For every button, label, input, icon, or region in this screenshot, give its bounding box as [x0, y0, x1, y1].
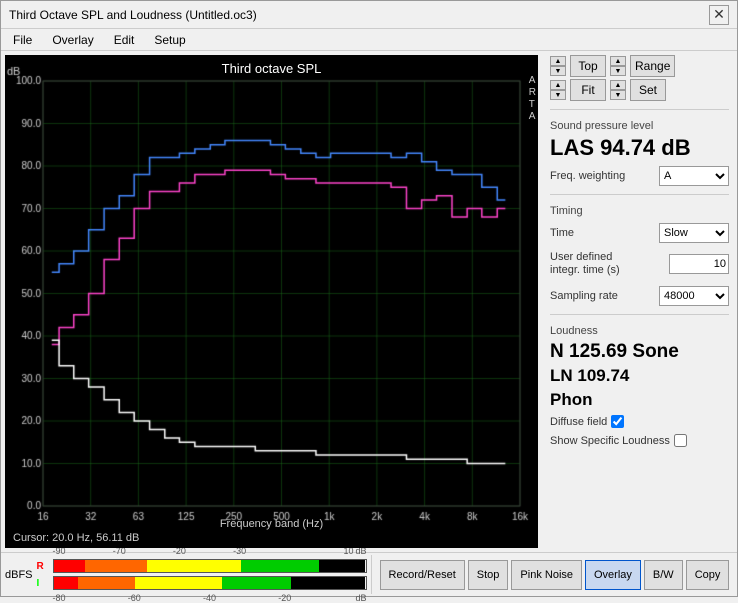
spl-section-label: Sound pressure level: [550, 120, 729, 132]
diffuse-field-checkbox[interactable]: [611, 415, 624, 428]
bottom-buttons: Record/Reset Stop Pink Noise Overlay B/W…: [380, 560, 730, 590]
l-meter-bar: [53, 576, 367, 590]
close-button[interactable]: ✕: [709, 5, 729, 25]
title-bar: Third Octave SPL and Loudness (Untitled.…: [1, 1, 737, 29]
top-down-btn[interactable]: ▼: [550, 66, 566, 76]
show-specific-label: Show Specific Loudness: [550, 435, 670, 447]
top-up-btn[interactable]: ▲: [550, 56, 566, 66]
menu-bar: File Overlay Edit Setup: [1, 29, 737, 51]
sampling-rate-label: Sampling rate: [550, 290, 618, 302]
window-title: Third Octave SPL and Loudness (Untitled.…: [9, 8, 257, 22]
main-window: Third Octave SPL and Loudness (Untitled.…: [0, 0, 738, 597]
set-down-btn[interactable]: ▼: [610, 90, 626, 100]
freq-weighting-label: Freq. weighting: [550, 170, 625, 182]
dbfs-label: dBFS: [5, 569, 33, 581]
fit-down-btn[interactable]: ▼: [550, 90, 566, 100]
l-channel-label: I: [37, 578, 51, 589]
pink-noise-button[interactable]: Pink Noise: [511, 560, 582, 590]
loudness-section-label: Loudness: [550, 325, 729, 337]
diffuse-field-row: Diffuse field: [550, 415, 729, 428]
fit-controls: ▲ ▼ Fit ▲ ▼ Set: [550, 79, 729, 101]
cursor-label: Cursor: 20.0 Hz, 56.11 dB: [13, 532, 139, 544]
chart-canvas: [5, 55, 538, 548]
l-channel-row: I: [37, 575, 367, 591]
main-content: Third octave SPL ARTA Frequency band (Hz…: [1, 51, 737, 552]
sidebar: ▲ ▼ Top ▲ ▼ Range ▲ ▼ Fit ▲ ▼: [542, 51, 737, 552]
top-controls: ▲ ▼ Top ▲ ▼ Range: [550, 55, 729, 77]
chart-x-label: Frequency band (Hz): [5, 518, 538, 530]
set-spinner: ▲ ▼: [610, 80, 626, 100]
freq-weighting-select[interactable]: A B C Z: [659, 166, 729, 186]
range-up-btn[interactable]: ▲: [610, 56, 626, 66]
r-meter-bar: [53, 559, 367, 573]
fit-spinner: ▲ ▼: [550, 80, 566, 100]
time-select[interactable]: Slow Fast Impulse: [659, 223, 729, 243]
user-defined-label: User definedintegr. time (s): [550, 251, 620, 277]
top-button[interactable]: Top: [570, 55, 606, 77]
sampling-rate-row: Sampling rate 44100 48000 96000: [550, 286, 729, 306]
set-button[interactable]: Set: [630, 79, 666, 101]
user-defined-row: User definedintegr. time (s): [550, 251, 729, 277]
copy-button[interactable]: Copy: [686, 560, 730, 590]
overlay-button[interactable]: Overlay: [585, 560, 641, 590]
time-label: Time: [550, 227, 574, 239]
range-spinner: ▲ ▼: [610, 56, 626, 76]
record-reset-button[interactable]: Record/Reset: [380, 560, 465, 590]
bw-button[interactable]: B/W: [644, 560, 683, 590]
divider: [371, 555, 372, 594]
fit-up-btn[interactable]: ▲: [550, 80, 566, 90]
loudness-phon-value: Phon: [550, 390, 729, 410]
time-row: Time Slow Fast Impulse: [550, 223, 729, 243]
menu-setup[interactable]: Setup: [150, 32, 189, 48]
freq-weighting-row: Freq. weighting A B C Z: [550, 166, 729, 186]
menu-edit[interactable]: Edit: [110, 32, 139, 48]
stop-button[interactable]: Stop: [468, 560, 509, 590]
chart-area: Third octave SPL ARTA Frequency band (Hz…: [5, 55, 538, 548]
top-spinner: ▲ ▼: [550, 56, 566, 76]
range-down-btn[interactable]: ▼: [610, 66, 626, 76]
r-channel-row: R: [37, 558, 367, 574]
bottom-bar: dBFS -90 -70 -20 -30 10 dB R: [1, 552, 737, 596]
show-specific-checkbox[interactable]: [674, 434, 687, 447]
sampling-rate-select[interactable]: 44100 48000 96000: [659, 286, 729, 306]
diffuse-field-label: Diffuse field: [550, 416, 607, 428]
menu-file[interactable]: File: [9, 32, 36, 48]
r-channel-label: R: [37, 561, 51, 572]
loudness-n-value: N 125.69 Sone: [550, 341, 729, 363]
loudness-ln-value: LN 109.74: [550, 366, 729, 386]
fit-button[interactable]: Fit: [570, 79, 606, 101]
spl-value: LAS 94.74 dB: [550, 136, 729, 160]
user-defined-input[interactable]: [669, 254, 729, 274]
timing-section-label: Timing: [550, 205, 729, 217]
show-specific-row: Show Specific Loudness: [550, 434, 729, 447]
set-up-btn[interactable]: ▲: [610, 80, 626, 90]
level-meter: -90 -70 -20 -30 10 dB R I: [37, 546, 367, 603]
menu-overlay[interactable]: Overlay: [48, 32, 97, 48]
chart-title: Third octave SPL: [5, 57, 538, 78]
range-button[interactable]: Range: [630, 55, 675, 77]
arta-label: ARTA: [529, 75, 536, 123]
